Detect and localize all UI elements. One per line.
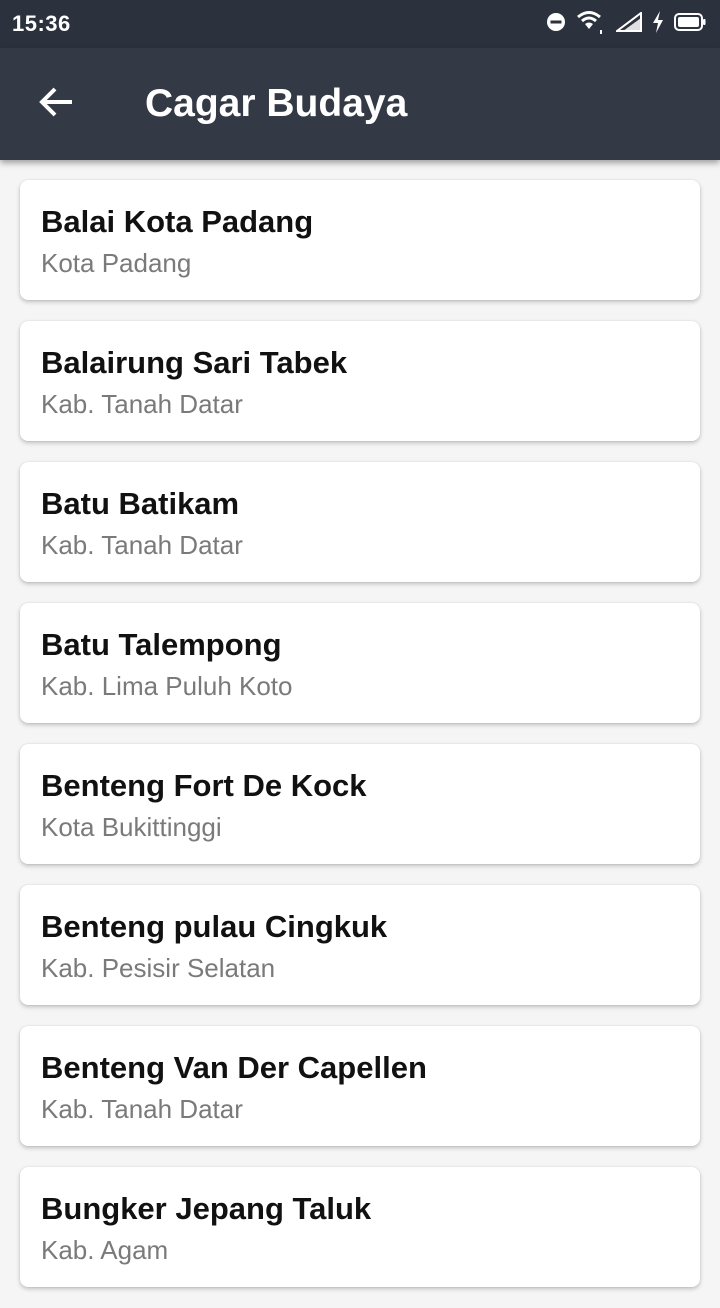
- status-icons: [546, 10, 706, 38]
- list-item[interactable]: Benteng Fort De Kock Kota Bukittinggi: [20, 744, 700, 864]
- item-location: Kota Bukittinggi: [41, 812, 222, 842]
- item-location: Kab. Tanah Datar: [41, 389, 243, 419]
- item-name: Benteng pulau Cingkuk: [41, 909, 388, 944]
- app-bar: Cagar Budaya: [0, 48, 720, 160]
- back-button[interactable]: [24, 72, 88, 136]
- status-time: 15:36: [12, 11, 71, 36]
- charging-icon: [652, 10, 664, 38]
- item-name: Benteng Van Der Capellen: [41, 1050, 427, 1085]
- item-name: Batu Talempong: [41, 627, 282, 662]
- list-item[interactable]: Batu Talempong Kab. Lima Puluh Koto: [20, 603, 700, 723]
- battery-icon: [674, 12, 706, 36]
- heritage-list: Balai Kota Padang Kota Padang Balairung …: [20, 180, 700, 1308]
- list-item[interactable]: Benteng pulau Cingkuk Kab. Pesisir Selat…: [20, 885, 700, 1005]
- arrow-back-icon: [38, 86, 74, 123]
- list-item[interactable]: Benteng Van Der Capellen Kab. Tanah Data…: [20, 1026, 700, 1146]
- item-location: Kab. Tanah Datar: [41, 530, 243, 560]
- item-location: Kota Padang: [41, 248, 192, 278]
- item-name: Bungker Jepang Taluk: [41, 1191, 372, 1226]
- item-location: Kab. Lima Puluh Koto: [41, 671, 293, 701]
- do-not-disturb-icon: [546, 12, 566, 37]
- wifi-icon: [576, 9, 606, 40]
- list-item[interactable]: Batu Batikam Kab. Tanah Datar: [20, 462, 700, 582]
- list-item[interactable]: Bungker Jepang Taluk Kab. Agam: [20, 1167, 700, 1287]
- item-name: Balairung Sari Tabek: [41, 345, 348, 380]
- list-item[interactable]: Balairung Sari Tabek Kab. Tanah Datar: [20, 321, 700, 441]
- item-location: Kab. Agam: [41, 1235, 169, 1265]
- list-item[interactable]: Balai Kota Padang Kota Padang: [20, 180, 700, 300]
- item-name: Balai Kota Padang: [41, 204, 314, 239]
- item-name: Benteng Fort De Kock: [41, 768, 367, 803]
- item-name: Batu Batikam: [41, 486, 240, 521]
- status-bar: 15:36: [0, 0, 720, 48]
- page-title: Cagar Budaya: [145, 82, 408, 125]
- signal-icon: [614, 10, 642, 37]
- item-location: Kab. Pesisir Selatan: [41, 953, 276, 983]
- item-location: Kab. Tanah Datar: [41, 1094, 243, 1124]
